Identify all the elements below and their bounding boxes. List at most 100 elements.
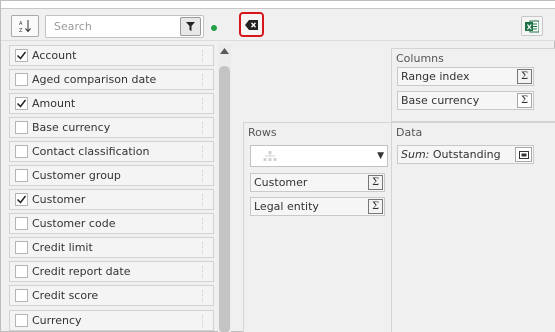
- field-label: Currency: [32, 314, 82, 327]
- field-item[interactable]: Customer group: [9, 165, 214, 186]
- rows-zone-title: Rows: [248, 126, 277, 139]
- drag-handle[interactable]: [202, 242, 205, 254]
- arrow-up-icon: [220, 48, 229, 54]
- drag-handle[interactable]: [202, 98, 205, 110]
- excel-export-button[interactable]: X: [521, 16, 543, 36]
- search-box: [45, 15, 204, 38]
- field-item[interactable]: Amount: [9, 93, 214, 114]
- field-list-scrollbar[interactable]: [218, 44, 231, 332]
- data-zone[interactable]: Data Sum: Outstanding: [391, 122, 555, 332]
- drag-handle[interactable]: [202, 146, 205, 158]
- row-chip-customer[interactable]: Customer Σ: [250, 173, 385, 192]
- rows-hierarchy-dropdown[interactable]: ▼: [250, 145, 388, 167]
- field-label: Customer code: [32, 217, 116, 230]
- check-icon: [16, 99, 27, 108]
- field-item[interactable]: Credit score: [9, 285, 214, 306]
- field-label: Aged comparison date: [32, 73, 157, 86]
- top-strip: [1, 1, 555, 9]
- drag-handle[interactable]: [202, 290, 205, 302]
- columns-zone-title: Columns: [396, 52, 444, 65]
- sigma-button[interactable]: Σ: [517, 93, 532, 108]
- drag-handle[interactable]: [202, 266, 205, 278]
- field-list: Account Aged comparison date Amount Base…: [9, 44, 217, 332]
- check-icon: [16, 51, 27, 60]
- field-label: Account: [32, 49, 77, 62]
- field-checkbox[interactable]: [15, 217, 28, 230]
- filter-icon: [186, 22, 195, 31]
- column-chip-base-currency[interactable]: Base currency Σ: [397, 91, 534, 110]
- svg-text:X: X: [527, 23, 533, 31]
- field-item[interactable]: Customer: [9, 189, 214, 210]
- field-item[interactable]: Currency: [9, 310, 214, 331]
- sigma-button[interactable]: Σ: [368, 175, 383, 190]
- field-label: Amount: [32, 97, 76, 110]
- field-checkbox[interactable]: [15, 49, 28, 62]
- scroll-up-button[interactable]: [219, 46, 230, 56]
- svg-text:Z: Z: [19, 28, 23, 33]
- columns-zone[interactable]: Columns Range index Σ Base currency Σ: [391, 48, 555, 122]
- scroll-thumb[interactable]: [219, 66, 230, 332]
- field-checkbox[interactable]: [15, 314, 28, 327]
- field-checkbox[interactable]: [15, 169, 28, 182]
- check-icon: [16, 195, 27, 204]
- svg-text:A: A: [19, 21, 23, 27]
- chip-label: Sum: Outstanding: [401, 148, 501, 161]
- hierarchy-icon: [263, 151, 277, 161]
- field-item[interactable]: Account: [9, 45, 214, 66]
- field-item[interactable]: Base currency: [9, 117, 214, 138]
- row-chip-legal-entity[interactable]: Legal entity Σ: [250, 197, 385, 216]
- data-zone-title: Data: [396, 126, 423, 139]
- chip-label: Customer: [254, 176, 308, 189]
- field-label: Credit score: [32, 289, 99, 302]
- drag-handle[interactable]: [202, 170, 205, 182]
- aggregate-label: Sum:: [401, 148, 430, 161]
- pivot-grid-window: A Z Search X Account Aged comparison dat…: [0, 0, 555, 332]
- field-checkbox[interactable]: [15, 145, 28, 158]
- field-checkbox[interactable]: [15, 97, 28, 110]
- toolbar: A Z Search X: [1, 9, 555, 41]
- field-label: Customer group: [32, 169, 121, 182]
- sort-az-icon: A Z: [19, 20, 31, 33]
- filter-button[interactable]: [180, 17, 201, 36]
- field-checkbox[interactable]: [15, 121, 28, 134]
- drag-handle[interactable]: [202, 74, 205, 86]
- field-item[interactable]: Credit limit: [9, 237, 214, 258]
- field-item[interactable]: Credit report date: [9, 261, 214, 282]
- clear-filter-button[interactable]: [239, 12, 264, 37]
- chip-label: Base currency: [401, 94, 480, 107]
- data-field-label: Outstanding: [432, 148, 501, 161]
- field-item[interactable]: Customer code: [9, 213, 214, 234]
- field-checkbox[interactable]: [15, 265, 28, 278]
- status-dot: [211, 25, 217, 31]
- field-item[interactable]: Aged comparison date: [9, 69, 214, 90]
- field-item[interactable]: Contact classification: [9, 141, 214, 162]
- chevron-down-icon[interactable]: ▼: [377, 151, 384, 161]
- aggregate-options-button[interactable]: [515, 147, 532, 162]
- field-checkbox[interactable]: [15, 73, 28, 86]
- drag-handle[interactable]: [202, 194, 205, 206]
- sort-button[interactable]: A Z: [11, 15, 39, 37]
- clear-filter-icon: [245, 19, 258, 30]
- field-label: Credit report date: [32, 265, 131, 278]
- sigma-button[interactable]: Σ: [368, 199, 383, 214]
- drag-handle[interactable]: [202, 218, 205, 230]
- field-label: Base currency: [32, 121, 111, 134]
- drag-handle[interactable]: [202, 122, 205, 134]
- field-label: Credit limit: [32, 241, 93, 254]
- chip-label: Legal entity: [254, 200, 319, 213]
- field-label: Customer: [32, 193, 86, 206]
- rows-zone[interactable]: Rows ▼ Customer Σ Legal entity Σ: [243, 122, 392, 332]
- field-checkbox[interactable]: [15, 193, 28, 206]
- window-icon: [518, 150, 529, 159]
- pivot-zones: Columns Range index Σ Base currency Σ Ro…: [243, 48, 555, 332]
- data-chip-outstanding[interactable]: Sum: Outstanding: [397, 145, 534, 164]
- chip-label: Range index: [401, 70, 470, 83]
- sigma-button[interactable]: Σ: [517, 69, 532, 84]
- drag-handle[interactable]: [202, 315, 205, 327]
- column-chip-range-index[interactable]: Range index Σ: [397, 67, 534, 86]
- search-input[interactable]: [46, 16, 176, 37]
- drag-handle[interactable]: [202, 50, 205, 62]
- field-checkbox[interactable]: [15, 289, 28, 302]
- field-checkbox[interactable]: [15, 241, 28, 254]
- field-label: Contact classification: [32, 145, 150, 158]
